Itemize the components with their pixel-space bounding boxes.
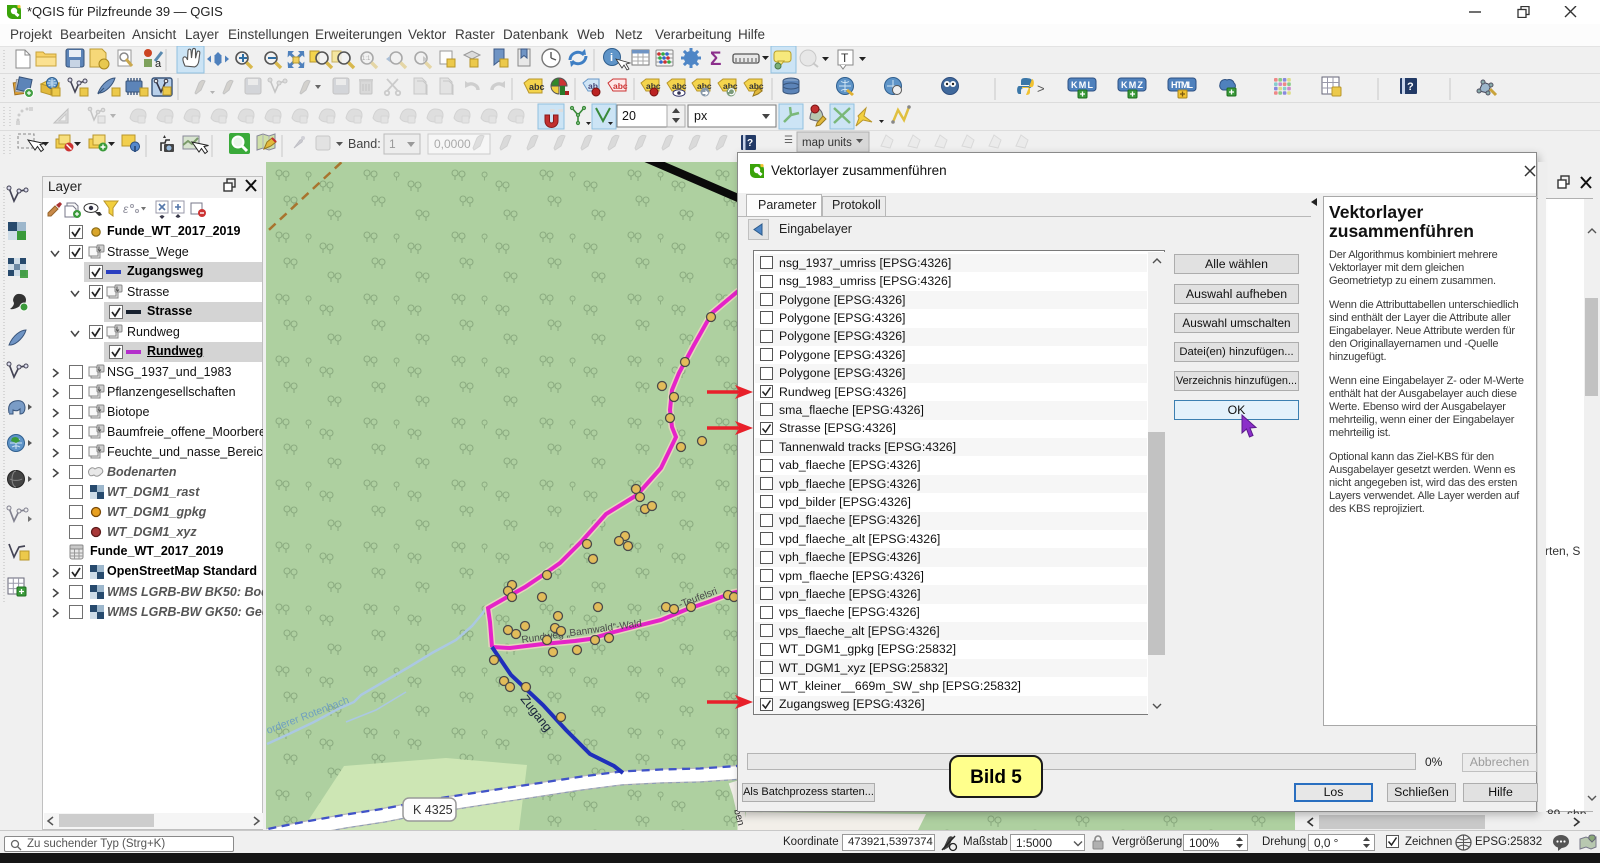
svg-text:?: ? xyxy=(1407,81,1414,93)
svg-text:?: ? xyxy=(747,138,753,149)
svg-text:K 4325: K 4325 xyxy=(413,803,453,817)
svg-text:20: 20 xyxy=(622,109,636,123)
svg-text:abc: abc xyxy=(613,81,628,91)
svg-text:i: i xyxy=(610,52,613,64)
svg-text:0,0000: 0,0000 xyxy=(434,137,471,151)
svg-text:px: px xyxy=(694,109,708,123)
svg-text:Σ: Σ xyxy=(710,49,721,70)
svg-text:KMZ: KMZ xyxy=(1121,80,1144,90)
svg-text:T: T xyxy=(841,51,849,65)
svg-text:Band:: Band: xyxy=(348,137,381,151)
svg-text:☰: ☰ xyxy=(784,135,793,146)
svg-text:1:1: 1:1 xyxy=(362,56,371,62)
svg-text:1: 1 xyxy=(389,137,396,151)
svg-text:map units: map units xyxy=(802,137,852,149)
svg-text:a: a xyxy=(155,58,162,70)
svg-text:HTML: HTML xyxy=(1171,80,1194,90)
svg-text:>: > xyxy=(1037,81,1045,96)
svg-text:KML: KML xyxy=(1071,80,1094,90)
